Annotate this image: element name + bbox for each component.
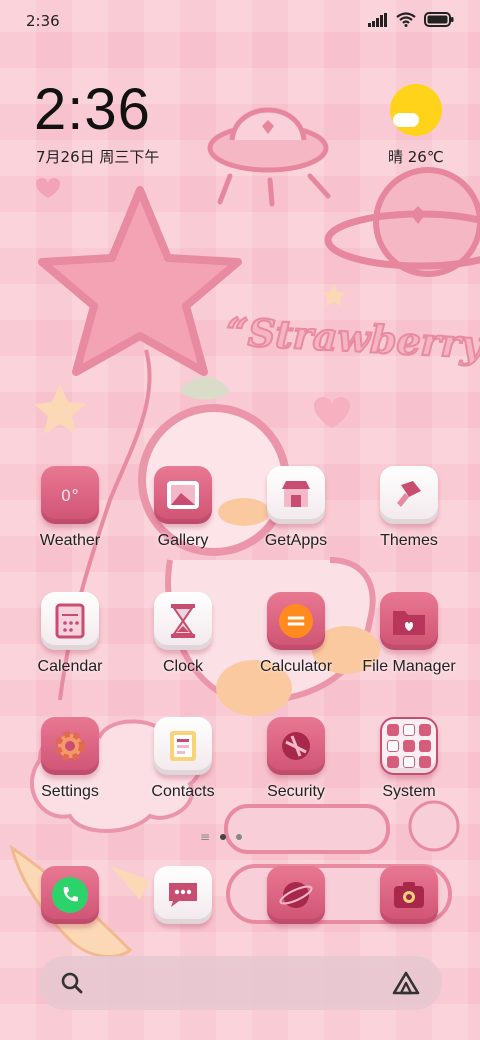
app-label: GetApps bbox=[264, 532, 328, 549]
app-contacts[interactable]: Contacts bbox=[127, 717, 239, 801]
page-dot bbox=[236, 834, 243, 840]
app-clock[interactable]: Clock bbox=[127, 592, 239, 676]
app-label: Calculator bbox=[259, 658, 333, 675]
app-security[interactable]: Security bbox=[240, 717, 352, 801]
messages-icon bbox=[154, 866, 212, 924]
page-dot-active bbox=[220, 834, 227, 840]
dock-phone[interactable] bbox=[41, 866, 99, 924]
app-label: Settings bbox=[41, 783, 99, 800]
security-icon bbox=[267, 717, 325, 775]
cellular-signal-icon bbox=[368, 12, 387, 27]
weather-widget-text: 晴 26℃ bbox=[388, 148, 444, 166]
system-folder-icon bbox=[380, 717, 438, 775]
browser-icon bbox=[267, 866, 325, 924]
app-label: Clock bbox=[162, 658, 203, 675]
app-file-manager[interactable]: File Manager bbox=[353, 592, 465, 676]
getapps-icon bbox=[267, 466, 325, 524]
battery-icon bbox=[424, 12, 454, 27]
app-weather[interactable]: 0° Weather bbox=[14, 466, 126, 550]
file-manager-icon bbox=[380, 592, 438, 650]
status-time: 2:36 bbox=[26, 12, 60, 30]
cloud-icon bbox=[393, 113, 419, 127]
app-label: Themes bbox=[380, 532, 438, 549]
dock-messages[interactable] bbox=[154, 866, 212, 924]
app-label: Weather bbox=[39, 532, 101, 549]
clock-widget-time[interactable]: 2:36 bbox=[34, 76, 151, 143]
app-calculator[interactable]: = Calculator bbox=[240, 592, 352, 676]
status-icons bbox=[368, 12, 454, 27]
calendar-icon bbox=[41, 592, 99, 650]
sun-icon[interactable] bbox=[390, 84, 442, 136]
app-calendar[interactable]: Calendar bbox=[14, 592, 126, 676]
app-gallery[interactable]: Gallery bbox=[127, 466, 239, 550]
weather-glyph: 0° bbox=[60, 485, 80, 505]
mini-app-icon bbox=[403, 740, 415, 752]
phone-badge bbox=[52, 877, 88, 913]
mini-app-icon bbox=[419, 740, 431, 752]
app-label: Gallery bbox=[157, 532, 209, 549]
mini-app-icon bbox=[419, 724, 431, 736]
app-getapps[interactable]: GetApps bbox=[240, 466, 352, 550]
assistant-icon[interactable] bbox=[392, 971, 420, 995]
mini-app-icon bbox=[387, 724, 399, 736]
mini-app-icon bbox=[403, 724, 415, 736]
mini-app-icon bbox=[403, 756, 415, 768]
weather-icon: 0° bbox=[41, 466, 99, 524]
page-indicator[interactable]: ≡ bbox=[200, 830, 243, 844]
search-bar[interactable] bbox=[38, 956, 442, 1010]
wifi-icon bbox=[396, 12, 416, 27]
app-label: File Manager bbox=[362, 658, 456, 675]
dock-browser[interactable] bbox=[267, 866, 325, 924]
app-system-folder[interactable]: System bbox=[353, 717, 465, 801]
app-label: Contacts bbox=[151, 783, 215, 800]
camera-icon bbox=[380, 866, 438, 924]
app-themes[interactable]: Themes bbox=[353, 466, 465, 550]
dock-camera[interactable] bbox=[380, 866, 438, 924]
app-settings[interactable]: Settings bbox=[14, 717, 126, 801]
calculator-badge: = bbox=[279, 604, 313, 638]
contacts-icon bbox=[154, 717, 212, 775]
settings-icon bbox=[41, 717, 99, 775]
mini-app-icon bbox=[387, 756, 399, 768]
mini-app-icon bbox=[419, 756, 431, 768]
phone-icon bbox=[41, 866, 99, 924]
wallpaper-title: “Strawberry” bbox=[224, 308, 480, 370]
calculator-glyph: = bbox=[285, 606, 307, 636]
clock-widget-date: 7月26日 周三下午 bbox=[36, 148, 160, 166]
app-label: Security bbox=[267, 783, 325, 800]
calculator-icon: = bbox=[267, 592, 325, 650]
themes-icon bbox=[380, 466, 438, 524]
app-label: Calendar bbox=[37, 658, 103, 675]
page-list-icon: ≡ bbox=[200, 830, 211, 844]
search-icon[interactable] bbox=[60, 971, 84, 995]
gallery-icon bbox=[154, 466, 212, 524]
mini-app-icon bbox=[387, 740, 399, 752]
clock-icon bbox=[154, 592, 212, 650]
app-label: System bbox=[382, 783, 436, 800]
